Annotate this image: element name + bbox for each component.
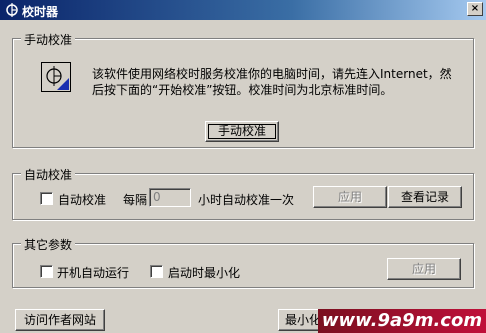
site-watermark: www.9a9m.com: [318, 309, 486, 333]
interval-spinbox[interactable]: 0: [149, 188, 191, 207]
every-label: 每隔: [123, 193, 148, 207]
view-log-button[interactable]: 查看记录: [388, 186, 462, 208]
clock-sync-icon: [41, 62, 71, 92]
app-clock-icon: [6, 3, 18, 17]
title-bar: 校时器 ×: [0, 0, 486, 20]
startup-run-checkbox[interactable]: [40, 265, 53, 278]
close-button[interactable]: ×: [467, 2, 483, 16]
start-minimized-checkbox[interactable]: [150, 265, 163, 278]
start-minimized-label: 启动时最小化: [168, 266, 241, 280]
manual-description: 该软件使用网络校时服务校准你的电脑时间，请先连入Internet，然后按下面的“…: [92, 67, 452, 97]
interval-suffix-label: 小时自动校准一次: [198, 193, 295, 207]
auto-group-legend: 自动校准: [21, 166, 76, 183]
startup-run-label: 开机自动运行: [57, 266, 130, 280]
other-apply-button[interactable]: 应用: [387, 258, 461, 280]
manual-calibrate-button[interactable]: 手动校准: [205, 121, 279, 142]
other-group-legend: 其它参数: [21, 236, 76, 253]
auto-calibrate-checkbox[interactable]: [40, 192, 53, 205]
window-title: 校时器: [22, 5, 59, 19]
auto-apply-button[interactable]: 应用: [313, 186, 387, 208]
manual-group-legend: 手动校准: [21, 31, 76, 48]
visit-author-site-button[interactable]: 访问作者网站: [15, 309, 105, 331]
auto-calibrate-label: 自动校准: [58, 193, 107, 207]
